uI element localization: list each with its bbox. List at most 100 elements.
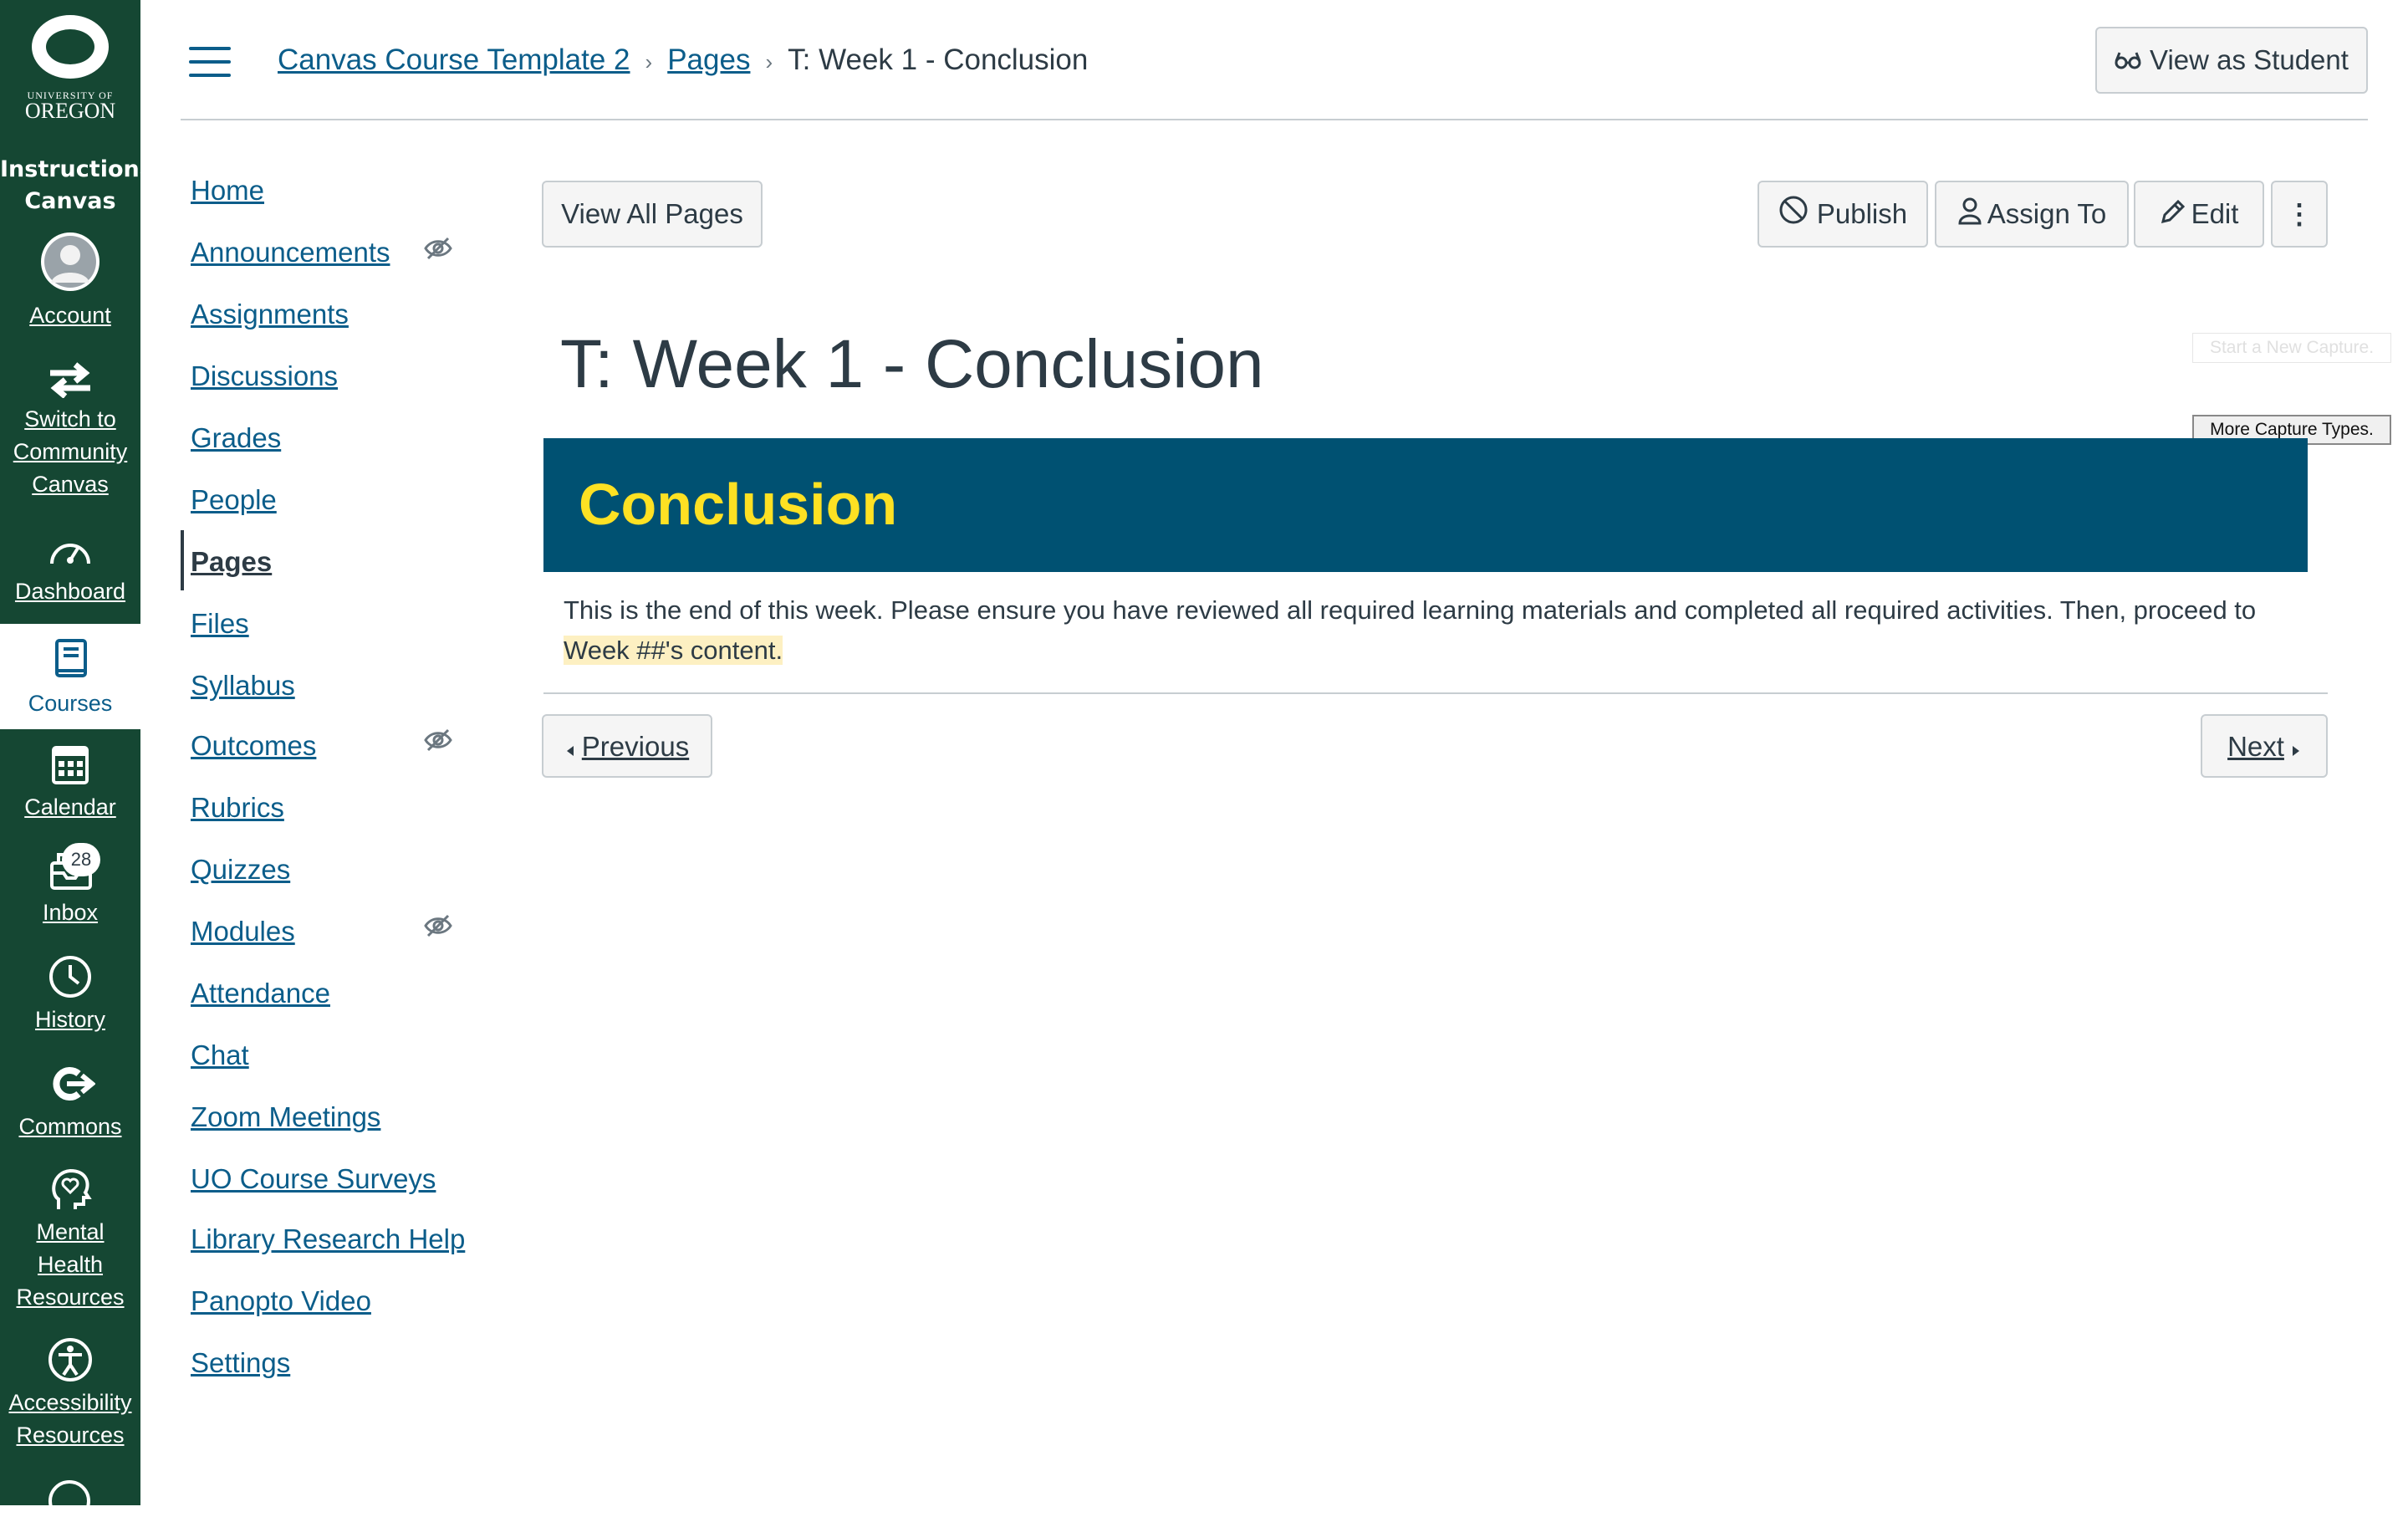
hidden-eye-icon [423,728,453,753]
unpublished-icon [1778,184,1809,248]
view-all-pages-label: View All Pages [561,198,743,229]
assign-to-label: Assign To [1987,198,2107,229]
breadcrumb-course-link[interactable]: Canvas Course Template 2 [278,43,630,76]
page-body-text: This is the end of this week. Please ens… [564,590,2319,671]
course-nav-announcements[interactable]: Announcements [191,234,390,271]
caret-left-icon [565,718,575,779]
book-icon [45,637,95,682]
accessibility-icon [45,1338,95,1382]
glasses-icon [2115,30,2141,94]
brand-line-1: Instructional [0,156,163,182]
course-nav-modules[interactable]: Modules [191,913,295,950]
inbox-unread-badge: 28 [62,843,100,876]
course-nav-rubrics[interactable]: Rubrics [191,789,284,826]
body-text: This is the end of this week. Please ens… [564,595,2257,625]
course-nav-attendance[interactable]: Attendance [191,975,330,1012]
hidden-eye-icon [423,913,453,938]
hidden-eye-icon [423,236,453,261]
global-nav-switch-label: Switch to Community Canvas [13,406,128,497]
global-nav-commons[interactable]: Commons [0,1062,140,1142]
global-nav-history-label: History [34,1007,105,1032]
view-as-student-label: View as Student [2150,44,2349,75]
breadcrumb: Canvas Course Template 2 › Pages › T: Week 1… [278,40,1088,82]
global-nav-commons-label: Commons [18,1114,122,1139]
global-nav-courses-label: Courses [28,691,113,716]
assign-to-button[interactable]: Assign To [1935,181,2129,248]
user-icon [1957,184,1982,248]
global-navigation: UNIVERSITY OF OREGON Instructional Canva… [0,0,163,1522]
help-icon[interactable] [48,1480,90,1522]
content-divider [543,692,2328,694]
course-nav-quizzes[interactable]: Quizzes [191,851,290,888]
course-nav-pages[interactable]: Pages [191,544,272,580]
global-nav-calendar[interactable]: Calendar [0,743,140,823]
logo-oregon-text: OREGON [24,99,116,123]
dashboard-gauge-icon [45,532,95,570]
global-nav-accessibility[interactable]: Accessibility Resources [0,1338,140,1452]
course-menu-toggle-button[interactable] [189,47,232,77]
course-nav-zoom[interactable]: Zoom Meetings [191,1099,380,1136]
course-nav-settings[interactable]: Settings [191,1345,290,1382]
global-nav-calendar-label: Calendar [24,794,116,820]
global-nav-inbox-label: Inbox [42,900,99,925]
previous-label: Previous [581,731,690,762]
previous-button[interactable]: Previous [542,714,712,778]
view-as-student-button[interactable]: View as Student [2095,27,2368,94]
course-nav-files[interactable]: Files [191,605,249,642]
course-nav-home[interactable]: Home [191,172,264,209]
edit-button[interactable]: Edit [2134,181,2264,248]
global-nav-mental-health-label: Mental Health Resources [16,1219,125,1310]
avatar-icon [41,232,99,291]
global-nav-account[interactable]: Account [0,232,140,331]
next-label: Next [2227,731,2284,762]
start-capture-tooltip[interactable]: Start a New Capture. [2192,333,2391,363]
course-nav-panopto[interactable]: Panopto Video [191,1283,371,1320]
breadcrumb-current-page: T: Week 1 - Conclusion [788,43,1089,76]
chevron-right-icon: › [645,49,653,74]
commons-icon [45,1062,96,1106]
publish-label: Publish [1816,198,1908,229]
global-nav-mental-health[interactable]: Mental Health Resources [0,1167,140,1314]
page-title: T: Week 1 - Conclusion [560,326,1264,402]
more-options-button[interactable]: ⋮ [2271,181,2328,248]
oregon-o-icon [32,15,109,79]
heart-head-icon [45,1167,95,1211]
course-nav-chat[interactable]: Chat [191,1037,249,1074]
switch-arrows-icon [45,361,95,399]
inbox-icon: 28 [45,843,100,891]
global-nav-accessibility-label: Accessibility Resources [8,1390,132,1448]
next-button[interactable]: Next [2201,714,2328,778]
course-nav-assignments[interactable]: Assignments [191,296,349,333]
course-nav-people[interactable]: People [191,482,277,518]
clock-icon [45,955,95,998]
view-all-pages-button[interactable]: View All Pages [542,181,763,248]
calendar-icon [45,743,95,786]
edit-label: Edit [2191,198,2239,229]
global-nav-dashboard-label: Dashboard [14,579,126,604]
university-of-oregon-logo[interactable]: UNIVERSITY OF OREGON [0,12,140,137]
pencil-icon [2160,184,2186,248]
course-nav-library-help[interactable]: Library Research Help [191,1221,465,1258]
active-indicator [181,530,184,590]
global-nav-switch-community[interactable]: Switch to Community Canvas [0,361,140,501]
course-nav-outcomes[interactable]: Outcomes [191,728,316,764]
caret-right-icon [2291,718,2301,779]
course-nav-discussions[interactable]: Discussions [191,358,338,395]
course-nav-grades[interactable]: Grades [191,420,281,457]
breadcrumb-pages-link[interactable]: Pages [667,43,750,76]
global-nav-history[interactable]: History [0,955,140,1035]
header-divider [181,119,2368,120]
course-nav-syllabus[interactable]: Syllabus [191,667,295,704]
global-nav-courses[interactable]: Courses [0,624,140,729]
global-nav-inbox[interactable]: 28 Inbox [0,843,140,928]
global-nav-dashboard[interactable]: Dashboard [0,532,140,607]
banner-heading: Conclusion [579,472,898,537]
highlighted-text: Week ##'s content. [564,636,783,665]
chevron-right-icon: › [765,49,773,74]
course-nav-course-surveys[interactable]: UO Course Surveys [191,1161,436,1198]
global-nav-account-label: Account [29,303,111,328]
brand-name: Instructional Canvas [0,154,163,217]
content-banner: Conclusion [543,438,2308,572]
brand-line-2: Canvas [24,188,116,214]
publish-button[interactable]: Publish [1758,181,1928,248]
